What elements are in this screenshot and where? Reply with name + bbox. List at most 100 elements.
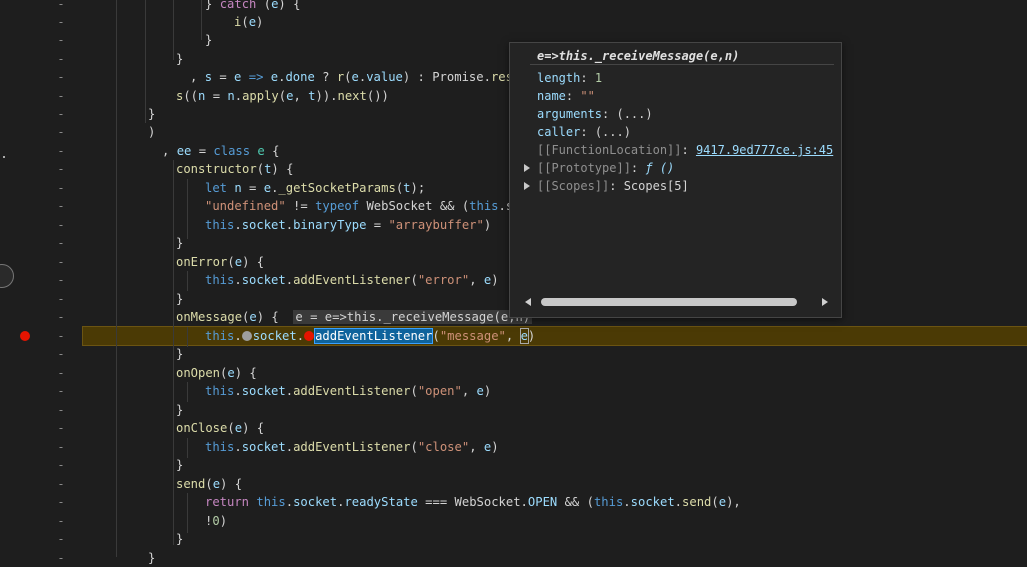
popup-property-row[interactable]: [[Prototype]]: ƒ ()	[537, 159, 674, 177]
current-line-highlighted[interactable]: - this. socket. addEventListener("message",…	[0, 326, 1027, 346]
code-token: "error"	[417, 273, 470, 287]
popup-title: e=>this._receiveMessage(e,n)	[537, 49, 740, 63]
code-token: (	[410, 384, 418, 398]
gutter-dash[interactable]: -	[56, 142, 66, 160]
code-line[interactable]: - !0)	[0, 512, 1027, 530]
code-token: "close"	[417, 440, 470, 454]
gutter-dash[interactable]: -	[56, 13, 66, 31]
inline-breakpoint-active-icon[interactable]	[304, 331, 315, 341]
code-token: e	[248, 15, 257, 29]
expand-triangle-icon[interactable]	[524, 182, 530, 190]
gutter-dash[interactable]: -	[56, 0, 66, 13]
hovered-token: e	[519, 328, 529, 344]
gutter-dash[interactable]: -	[56, 216, 66, 234]
code-line[interactable]: - send(e) {	[0, 475, 1027, 493]
scroll-left-icon[interactable]	[525, 298, 531, 306]
code-line[interactable]: -} catch (e) {	[0, 0, 1027, 13]
code-line[interactable]: - i(e)	[0, 13, 1027, 31]
function-location-link[interactable]: 9417.9ed777ce.js:45	[696, 143, 833, 157]
code-line[interactable]: - this.socket.addEventListener("close", e…	[0, 438, 1027, 456]
code-token: addEventListener	[293, 384, 411, 398]
code-token: "open"	[417, 384, 462, 398]
code-text: this.socket.addEventListener("open", e)	[205, 382, 491, 400]
code-text: }	[176, 401, 183, 419]
code-line[interactable]: -}	[0, 345, 1027, 363]
gutter-dash[interactable]: -	[56, 438, 66, 456]
code-token: ) : Promise.	[402, 70, 491, 84]
code-token: n	[227, 89, 235, 103]
gutter-dash[interactable]: -	[56, 271, 66, 289]
gutter-dash[interactable]: -	[56, 290, 66, 308]
code-line[interactable]: - onOpen(e) {	[0, 364, 1027, 382]
code-token: ())	[366, 89, 389, 103]
popup-property-row: caller: (...)	[537, 123, 631, 141]
gutter-dash[interactable]: -	[56, 253, 66, 271]
property-value: 1	[594, 71, 603, 85]
code-token: this	[469, 199, 499, 213]
code-token: e	[257, 144, 265, 158]
indent-guide	[173, 0, 174, 60]
code-token: !=	[285, 199, 316, 213]
gutter-dash[interactable]: -	[56, 512, 66, 530]
code-token: .	[285, 440, 294, 454]
code-line[interactable]: - this.socket.addEventListener("open", e)	[0, 382, 1027, 400]
code-line[interactable]: -}	[0, 456, 1027, 474]
inline-breakpoint-inactive-icon[interactable]	[241, 331, 252, 341]
code-line[interactable]: -}	[0, 401, 1027, 419]
gutter-dash[interactable]: -	[56, 160, 66, 178]
code-token: .	[285, 495, 294, 509]
code-line[interactable]: - return this.socket.readyState === WebSo…	[0, 493, 1027, 511]
code-token: (	[241, 15, 249, 29]
gutter-dash[interactable]: -	[56, 123, 66, 141]
code-token: (	[256, 162, 265, 176]
gutter-dash[interactable]: -	[56, 234, 66, 252]
gutter-dash[interactable]: -	[56, 475, 66, 493]
indent-guide	[187, 179, 188, 239]
code-token: OPEN	[527, 495, 558, 509]
code-token: )	[483, 384, 492, 398]
gutter-dash[interactable]: -	[56, 327, 66, 345]
gutter-dash[interactable]: -	[56, 179, 66, 197]
gutter-dash[interactable]: -	[56, 345, 66, 363]
gutter-dash[interactable]: -	[56, 31, 66, 49]
code-text: this.socket.addEventListener("close", e)	[205, 438, 499, 456]
breakpoint-icon[interactable]	[20, 331, 30, 341]
gutter-dash[interactable]: -	[56, 382, 66, 400]
gutter-dash[interactable]: -	[56, 530, 66, 548]
expand-triangle-icon[interactable]	[524, 164, 530, 172]
gutter-dash[interactable]: -	[56, 549, 66, 567]
property-value: ƒ ()	[645, 161, 675, 175]
indent-guide	[201, 0, 202, 40]
code-token: value	[366, 70, 403, 84]
gutter-dash[interactable]: -	[56, 456, 66, 474]
code-line[interactable]: - onClose(e) {	[0, 419, 1027, 437]
code-text: }	[205, 31, 212, 49]
gutter-dash[interactable]: -	[56, 50, 66, 68]
gutter-dash[interactable]: -	[56, 197, 66, 215]
gutter-dash[interactable]: -	[56, 493, 66, 511]
gutter-dash[interactable]: -	[56, 419, 66, 437]
gutter-dash[interactable]: -	[56, 87, 66, 105]
code-token: ?	[314, 70, 337, 84]
popup-property-row: length: 1	[537, 69, 602, 87]
property-separator: :	[580, 71, 595, 85]
gutter-dash[interactable]: -	[56, 401, 66, 419]
scrollbar-thumb[interactable]	[541, 298, 797, 306]
gutter-dash[interactable]: -	[56, 105, 66, 123]
gutter-dash[interactable]: -	[56, 68, 66, 86]
indent-guide	[187, 271, 188, 291]
gutter-dash[interactable]: -	[56, 364, 66, 382]
popup-horizontal-scrollbar[interactable]	[521, 296, 832, 308]
code-line[interactable]: -}	[0, 530, 1027, 548]
popup-property-row[interactable]: [[Scopes]]: Scopes[5]	[537, 177, 689, 195]
code-text: i(e)	[234, 13, 263, 31]
code-line[interactable]: -}	[0, 549, 1027, 567]
scroll-right-icon[interactable]	[822, 298, 828, 306]
code-token: socket	[241, 218, 286, 232]
code-token: ) {	[242, 255, 265, 269]
gutter-dash[interactable]: -	[56, 308, 66, 326]
property-value: (...)	[616, 107, 653, 121]
code-token: ,	[505, 329, 521, 343]
code-token: (	[256, 0, 272, 11]
value-preview-popup[interactable]: e=>this._receiveMessage(e,n) length: 1 na…	[509, 42, 842, 318]
